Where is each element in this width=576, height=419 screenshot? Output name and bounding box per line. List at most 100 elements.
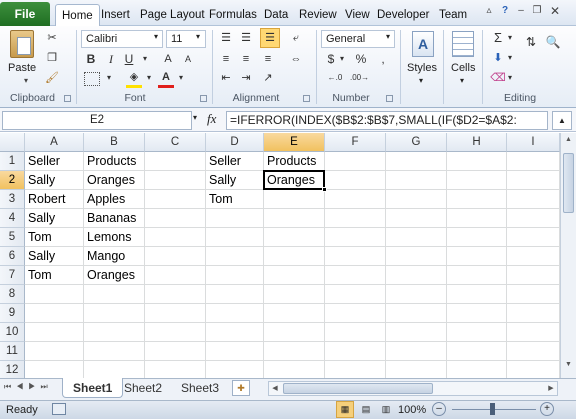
fill-color-dropdown-icon[interactable]: ▾ <box>144 70 154 86</box>
row-header-10[interactable]: 10 <box>0 323 25 342</box>
insert-function-icon[interactable]: fx <box>207 111 216 127</box>
number-launcher-icon[interactable] <box>386 95 393 102</box>
format-painter-icon[interactable]: 🖌 <box>44 70 60 86</box>
font-name-dropdown-icon[interactable]: ▾ <box>154 32 158 41</box>
cell-b7[interactable]: Oranges <box>84 266 145 285</box>
active-cell-border[interactable] <box>263 170 325 190</box>
autosum-icon[interactable]: Σ <box>490 30 506 46</box>
clipboard-launcher-icon[interactable] <box>64 95 71 102</box>
cell-a1[interactable]: Seller <box>25 152 84 171</box>
macro-record-icon[interactable] <box>52 403 66 415</box>
column-header-g[interactable]: G <box>386 133 447 152</box>
page-break-view-icon[interactable]: ▥ <box>377 401 395 418</box>
styles-dropdown-icon[interactable]: ▾ <box>419 76 423 85</box>
cut-icon[interactable]: ✂ <box>44 30 60 46</box>
row-header-1[interactable]: 1 <box>0 152 25 171</box>
fill-color-icon[interactable]: ◈ <box>126 69 142 88</box>
align-bottom-icon[interactable]: ☰ <box>260 28 280 48</box>
cell-d3[interactable]: Tom <box>206 190 264 209</box>
borders-icon[interactable] <box>84 72 100 86</box>
tab-insert[interactable]: Insert <box>98 4 133 26</box>
font-color-icon[interactable]: A <box>158 69 174 88</box>
currency-icon[interactable]: $ <box>324 51 338 67</box>
minimize-window-icon[interactable]: – <box>514 4 528 18</box>
tab-home[interactable]: Home <box>55 4 100 27</box>
styles-icon[interactable]: A <box>412 31 434 57</box>
decrease-decimal-icon[interactable]: .00→ <box>350 70 369 86</box>
cell-d2[interactable]: Sally <box>206 171 264 190</box>
tab-developer[interactable]: Developer <box>374 4 432 26</box>
bold-icon[interactable]: B <box>84 51 98 67</box>
underline-dropdown-icon[interactable]: ▾ <box>140 51 150 67</box>
clear-icon[interactable]: ⌫ <box>490 70 506 86</box>
align-top-icon[interactable]: ☰ <box>218 30 234 46</box>
cells-dropdown-icon[interactable]: ▾ <box>460 76 464 85</box>
column-header-e[interactable]: E <box>264 133 325 152</box>
paste-icon[interactable] <box>10 30 34 58</box>
column-header-c[interactable]: C <box>145 133 206 152</box>
decrease-indent-icon[interactable]: ⇤ <box>218 70 234 86</box>
restore-window-icon[interactable]: ❐ <box>530 4 544 18</box>
number-format-field[interactable]: General <box>321 30 395 48</box>
cell-b6[interactable]: Mango <box>84 247 145 266</box>
row-header-3[interactable]: 3 <box>0 190 25 209</box>
cells-icon[interactable] <box>452 31 474 57</box>
column-header-d[interactable]: D <box>206 133 264 152</box>
formula-input[interactable]: =IFERROR(INDEX($B$2:$B$7,SMALL(IF($D2=$A… <box>226 111 548 130</box>
sheet-navigation-icons[interactable]: ⏮◀▶⏭ <box>4 382 53 392</box>
align-right-icon[interactable]: ≡ <box>260 51 276 67</box>
cell-b3[interactable]: Apples <box>84 190 145 209</box>
fill-dropdown-icon[interactable]: ▾ <box>506 50 514 66</box>
tab-team[interactable]: Team <box>436 4 470 26</box>
page-layout-view-icon[interactable]: ▤ <box>357 401 375 418</box>
italic-icon[interactable]: I <box>104 51 118 67</box>
font-size-dropdown-icon[interactable]: ▾ <box>196 32 200 41</box>
expand-formula-bar-icon[interactable]: ▲ <box>552 111 572 130</box>
cell-a5[interactable]: Tom <box>25 228 84 247</box>
cell-a3[interactable]: Robert <box>25 190 84 209</box>
font-name-field[interactable]: Calibri <box>81 30 163 48</box>
cell-b2[interactable]: Oranges <box>84 171 145 190</box>
cell-a6[interactable]: Sally <box>25 247 84 266</box>
worksheet-grid[interactable]: A B C D E F G H I 1 2 3 4 5 6 7 8 9 10 11 12 Seller Products Sa… <box>0 133 560 378</box>
find-select-icon[interactable]: 🔍 <box>544 34 562 50</box>
autosum-dropdown-icon[interactable]: ▾ <box>506 30 514 46</box>
cell-a2[interactable]: Sally <box>25 171 84 190</box>
number-format-dropdown-icon[interactable]: ▾ <box>386 32 390 41</box>
copy-icon[interactable]: ❐ <box>44 50 60 66</box>
merge-center-icon[interactable]: ⇔ <box>288 51 304 67</box>
tab-review[interactable]: Review <box>296 4 340 26</box>
align-middle-icon[interactable]: ☰ <box>238 30 254 46</box>
zoom-slider-thumb[interactable] <box>490 403 495 415</box>
cell-b1[interactable]: Products <box>84 152 145 171</box>
sort-filter-icon[interactable]: ⇅ <box>522 34 540 50</box>
grow-font-icon[interactable]: A <box>160 51 176 67</box>
shrink-font-icon[interactable]: A <box>180 51 196 67</box>
cells-button[interactable]: Cells <box>451 62 475 74</box>
align-left-icon[interactable]: ≡ <box>218 51 234 67</box>
styles-button[interactable]: Styles <box>407 62 437 74</box>
zoom-in-icon[interactable]: + <box>540 402 554 416</box>
row-header-12[interactable]: 12 <box>0 361 25 378</box>
zoom-out-icon[interactable]: – <box>432 402 446 416</box>
cell-b4[interactable]: Bananas <box>84 209 145 228</box>
tab-formulas[interactable]: Formulas <box>206 4 260 26</box>
column-header-f[interactable]: F <box>325 133 386 152</box>
cell-e1[interactable]: Products <box>264 152 325 171</box>
help-icon[interactable]: ? <box>498 4 512 18</box>
alignment-launcher-icon[interactable] <box>303 95 310 102</box>
cell-b5[interactable]: Lemons <box>84 228 145 247</box>
fill-handle[interactable] <box>322 187 327 192</box>
row-header-6[interactable]: 6 <box>0 247 25 266</box>
borders-dropdown-icon[interactable]: ▾ <box>104 70 114 86</box>
horizontal-scrollbar[interactable]: ◀ ▶ <box>268 381 558 396</box>
select-all-corner[interactable] <box>0 133 25 152</box>
sheet-tab-2[interactable]: Sheet2 <box>114 378 172 398</box>
cell-a7[interactable]: Tom <box>25 266 84 285</box>
currency-dropdown-icon[interactable]: ▾ <box>338 51 346 67</box>
cell-d1[interactable]: Seller <box>206 152 264 171</box>
minimize-ribbon-icon[interactable]: ▵ <box>482 4 496 18</box>
tab-page-layout[interactable]: Page Layout <box>137 4 208 26</box>
increase-indent-icon[interactable]: ⇥ <box>238 70 254 86</box>
fill-icon[interactable]: ⬇ <box>490 50 506 66</box>
